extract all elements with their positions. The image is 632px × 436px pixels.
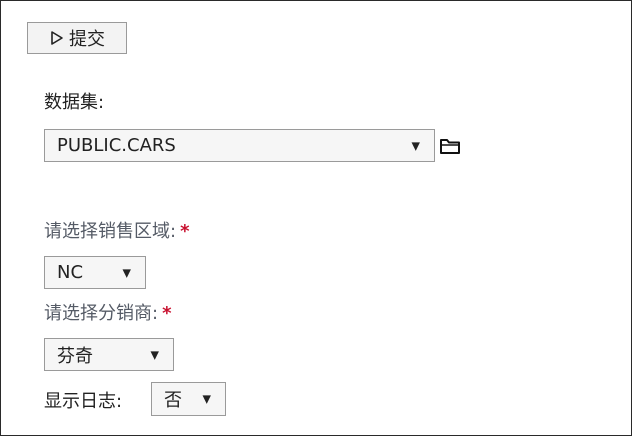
chevron-down-icon: ▼ bbox=[202, 392, 211, 406]
show-log-select[interactable]: 否 ▼ bbox=[151, 382, 226, 416]
submit-button[interactable]: 提交 bbox=[27, 22, 127, 54]
prompt-panel: 提交 数据集: PUBLIC.CARS ▼ 请选择销售区域: * NC ▼ 请选择… bbox=[0, 0, 632, 436]
chevron-down-icon: ▼ bbox=[411, 139, 420, 152]
browse-dataset-button[interactable] bbox=[439, 136, 461, 156]
distributor-required-mark: * bbox=[162, 303, 172, 324]
chevron-down-icon: ▼ bbox=[122, 266, 131, 279]
region-select-value: NC bbox=[57, 262, 84, 283]
play-outline-icon bbox=[51, 31, 63, 45]
submit-button-label: 提交 bbox=[69, 29, 105, 50]
distributor-label-text: 请选择分销商: bbox=[44, 303, 159, 324]
distributor-select-value: 芬奇 bbox=[57, 345, 93, 367]
dataset-select-value: PUBLIC.CARS bbox=[57, 135, 176, 156]
region-required-mark: * bbox=[180, 221, 190, 242]
show-log-select-value: 否 bbox=[164, 390, 182, 411]
show-log-label: 显示日志: bbox=[44, 391, 123, 412]
folder-icon bbox=[440, 139, 460, 154]
distributor-label: 请选择分销商: * bbox=[44, 303, 172, 325]
region-select[interactable]: NC ▼ bbox=[44, 256, 146, 289]
region-label-text: 请选择销售区域: bbox=[44, 221, 177, 242]
dataset-select[interactable]: PUBLIC.CARS ▼ bbox=[44, 129, 435, 162]
region-label: 请选择销售区域: * bbox=[44, 221, 190, 243]
dataset-label: 数据集: bbox=[44, 92, 105, 113]
chevron-down-icon: ▼ bbox=[150, 348, 159, 361]
distributor-select[interactable]: 芬奇 ▼ bbox=[44, 338, 174, 371]
